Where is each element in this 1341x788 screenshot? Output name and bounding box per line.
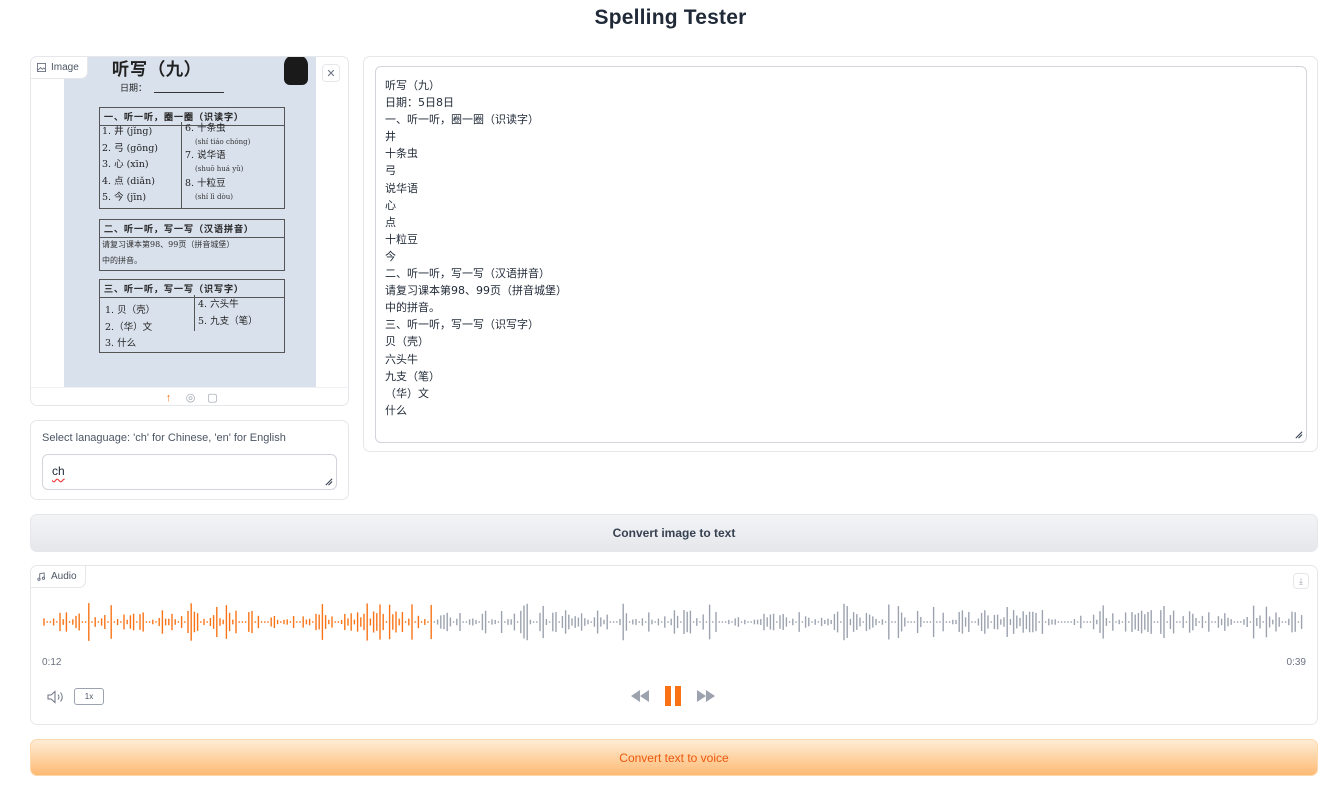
date-underline bbox=[154, 92, 224, 93]
resize-handle-icon[interactable] bbox=[1294, 430, 1303, 439]
pause-icon[interactable] bbox=[664, 685, 682, 707]
text-output-panel: 听写（九） 日期：5日8日一、听一听，圈一圈（识读字） 井十条虫弓说华语心点十粒豆今… bbox=[363, 56, 1318, 452]
text-line: 说华语 bbox=[385, 181, 418, 195]
audio-label-text: Audio bbox=[51, 571, 77, 582]
current-time: 0:12 bbox=[42, 657, 62, 668]
playback-controls bbox=[630, 685, 716, 707]
photo-heading: 听写（九） bbox=[112, 60, 202, 80]
list-item: (shuō huá yǔ) bbox=[195, 165, 244, 174]
fast-forward-icon[interactable] bbox=[696, 689, 716, 703]
volume-icon[interactable] bbox=[47, 690, 66, 704]
section-3-right-list: 4. 六头牛 5. 九支（笔） bbox=[198, 297, 258, 330]
list-item: 5. 九支（笔） bbox=[198, 315, 258, 327]
text-line: 心 bbox=[385, 198, 396, 212]
list-item: 3. 心 (xīn) bbox=[102, 159, 149, 170]
text-line: 听写（九） bbox=[385, 79, 440, 92]
image-panel: Image ✕ 听写（九） 日期： 一、听一听，圈一圈（识读字） 1. 井 (j… bbox=[30, 56, 349, 406]
text-line: 六头牛 bbox=[385, 352, 418, 366]
music-note-icon bbox=[37, 572, 46, 581]
text-line: 井 bbox=[385, 130, 396, 144]
list-item: (shí lì dòu) bbox=[195, 192, 233, 201]
section-1-right-list: 6. 十条虫 (shí tiáo chóng) 7. 说华语 (shuō huá… bbox=[185, 122, 250, 204]
section-1-left-list: 1. 井 (jǐng) 2. 弓 (gōng) 3. 心 (xīn) 4. 点 … bbox=[102, 124, 158, 207]
image-label-text: Image bbox=[51, 62, 79, 73]
download-icon: ⤓ bbox=[1299, 575, 1303, 586]
list-item: 6. 十条虫 bbox=[185, 123, 226, 134]
text-line: 点 bbox=[385, 215, 396, 229]
list-item: 5. 今 (jīn) bbox=[102, 192, 147, 203]
language-input-value: ch bbox=[52, 464, 65, 478]
text-line: 弓 bbox=[385, 164, 396, 178]
list-item: 7. 说华语 bbox=[185, 150, 226, 162]
list-item: 4. 六头牛 bbox=[198, 299, 239, 310]
text-line: 二、听一听，写一写（汉语拼音） bbox=[385, 267, 550, 281]
list-item: 4. 点 (diǎn) bbox=[102, 175, 155, 187]
text-line: 三、听一听，写一写（识写字） bbox=[385, 318, 539, 332]
note-line: 请复习课本第98、99页（拼音城堡） bbox=[102, 240, 235, 249]
text-line: 一、听一听，圈一圈（识读字） bbox=[385, 113, 539, 127]
upload-icon[interactable]: ↑ bbox=[163, 392, 175, 404]
audio-panel: Audio ⤓ 0:12 0:39 1x bbox=[30, 565, 1318, 725]
section-3-divider bbox=[194, 295, 195, 331]
text-line: 中的拼音。 bbox=[385, 301, 440, 315]
close-icon: ✕ bbox=[326, 67, 336, 80]
image-block-label: Image bbox=[31, 57, 88, 79]
text-line: 日期：5日8日 bbox=[385, 96, 454, 110]
convert-image-button[interactable]: Convert image to text bbox=[30, 514, 1318, 552]
text-line: （华）文 bbox=[385, 386, 429, 400]
convert-voice-button[interactable]: Convert text to voice bbox=[30, 739, 1318, 776]
duration: 0:39 bbox=[1286, 657, 1306, 668]
list-item: 1. 贝（壳） bbox=[105, 305, 156, 316]
note-line: 中的拼音。 bbox=[102, 256, 142, 265]
photo-date-label: 日期： bbox=[120, 84, 148, 94]
rewind-icon[interactable] bbox=[630, 689, 650, 703]
section-2-note: 请复习课本第98、99页（拼音城堡） 中的拼音。 bbox=[102, 237, 234, 269]
recognized-text-area[interactable]: 听写（九） 日期：5日8日一、听一听，圈一圈（识读字） 井十条虫弓说华语心点十粒豆今… bbox=[375, 66, 1307, 443]
worksheet-photo: 听写（九） 日期： 一、听一听，圈一圈（识读字） 1. 井 (jǐng) 2. … bbox=[64, 57, 316, 387]
text-line: 什么 bbox=[385, 403, 407, 417]
photo-section-3-title: 三、听一听，写一写（识写字） bbox=[100, 280, 284, 298]
photo-section-2-title: 二、听一听，写一写（汉语拼音） bbox=[100, 220, 284, 238]
text-line: 十条虫 bbox=[385, 147, 418, 161]
download-button[interactable]: ⤓ bbox=[1293, 573, 1309, 589]
page-title: Spelling Tester bbox=[594, 6, 747, 29]
text-line: 请复习课本第98、99页（拼音城堡） bbox=[385, 284, 567, 298]
list-item: 3. 什么 bbox=[105, 338, 137, 349]
image-source-toolbar: ↑ ◎ ▢ bbox=[31, 387, 348, 405]
section-3-left-list: 1. 贝（壳） 2.（华）文 3. 什么 bbox=[105, 303, 155, 353]
language-input[interactable]: ch bbox=[42, 454, 337, 490]
list-item: 2.（华）文 bbox=[105, 321, 153, 333]
text-line: 今 bbox=[385, 249, 396, 263]
section-1-divider bbox=[181, 122, 182, 209]
language-panel: Select lanaguage: 'ch' for Chinese, 'en'… bbox=[30, 420, 349, 500]
list-item: (shí tiáo chóng) bbox=[195, 137, 251, 146]
playback-rate-button[interactable]: 1x bbox=[74, 688, 104, 705]
close-image-button[interactable]: ✕ bbox=[322, 64, 340, 82]
audio-block-label: Audio bbox=[31, 566, 86, 588]
webcam-icon[interactable]: ◎ bbox=[185, 392, 197, 404]
clipboard-icon[interactable]: ▢ bbox=[207, 392, 219, 404]
list-item: 8. 十粒豆 bbox=[185, 177, 226, 189]
language-label: Select lanaguage: 'ch' for Chinese, 'en'… bbox=[42, 432, 286, 444]
audio-waveform[interactable] bbox=[43, 596, 1305, 648]
list-item: 2. 弓 (gōng) bbox=[102, 142, 159, 154]
text-line: 贝（壳） bbox=[385, 335, 429, 349]
schoolbag-picture bbox=[284, 57, 308, 85]
text-line: 九支（笔） bbox=[385, 369, 440, 383]
image-icon bbox=[37, 63, 46, 72]
list-item: 1. 井 (jǐng) bbox=[102, 126, 153, 137]
text-line: 十粒豆 bbox=[385, 232, 418, 246]
resize-handle-icon[interactable] bbox=[324, 477, 333, 486]
